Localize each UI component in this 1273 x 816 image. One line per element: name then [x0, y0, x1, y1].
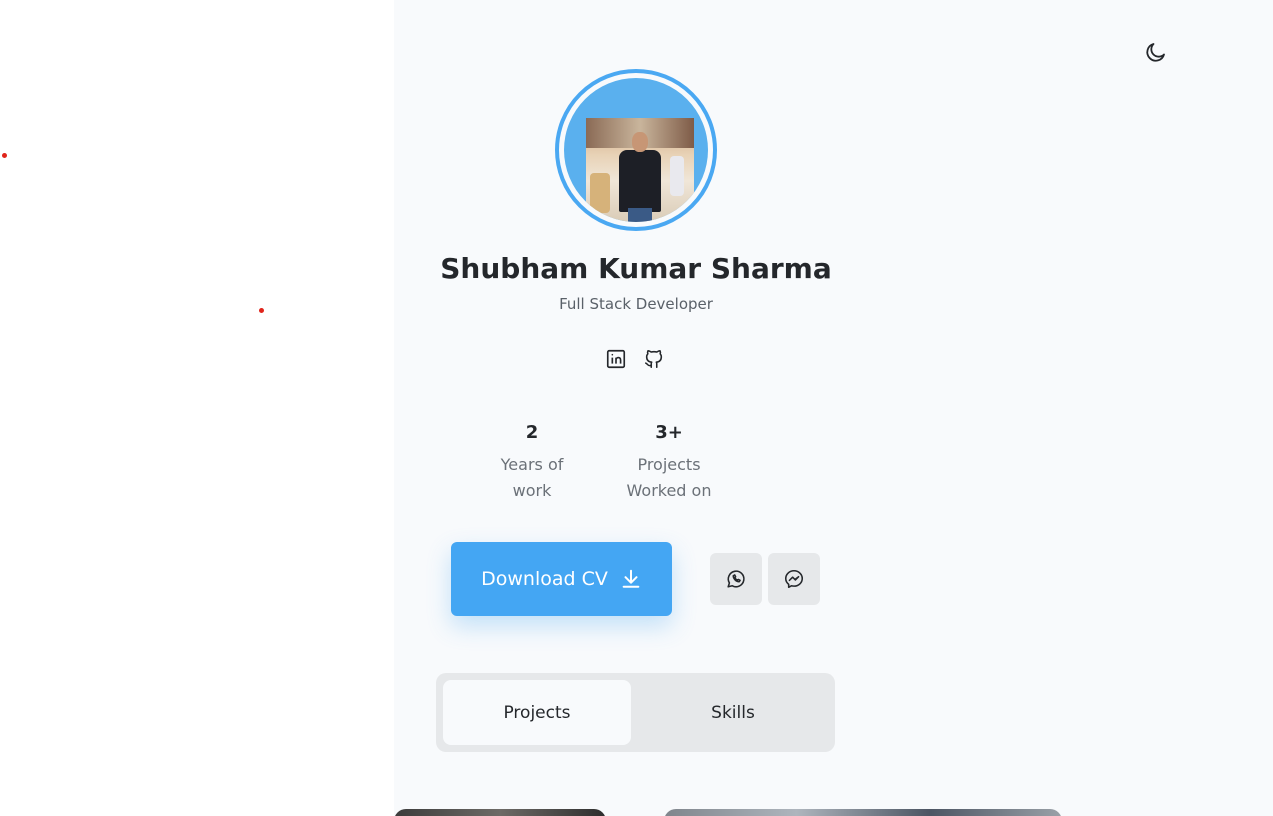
stat-label: Projects Worked on — [626, 455, 712, 500]
red-dot — [259, 308, 264, 313]
project-card-image[interactable] — [394, 809, 606, 816]
section-tabs: Projects Skills — [436, 673, 835, 752]
profile-name: Shubham Kumar Sharma — [440, 252, 832, 285]
avatar — [555, 69, 717, 231]
left-blank-pane — [0, 0, 394, 816]
stat-years: 2 Years of work — [472, 418, 592, 504]
stat-label: Years of work — [500, 455, 564, 500]
download-cv-label: Download CV — [481, 568, 608, 590]
tab-projects[interactable]: Projects — [443, 680, 631, 745]
theme-toggle-button[interactable] — [1144, 40, 1168, 64]
moon-icon — [1146, 43, 1165, 62]
project-card-image[interactable] — [664, 809, 1062, 816]
profile-panel: Shubham Kumar Sharma Full Stack Develope… — [394, 0, 1273, 816]
messenger-icon — [784, 569, 804, 589]
github-icon — [644, 350, 663, 369]
tab-skills[interactable]: Skills — [638, 680, 828, 745]
red-dot — [2, 153, 7, 158]
messenger-button[interactable] — [768, 553, 820, 605]
avatar-photo — [564, 78, 708, 222]
download-cv-button[interactable]: Download CV — [451, 542, 672, 616]
whatsapp-button[interactable] — [710, 553, 762, 605]
profile-role: Full Stack Developer — [559, 295, 713, 313]
stat-projects: 3+ Projects Worked on — [609, 418, 729, 504]
stat-value: 3+ — [655, 422, 683, 443]
whatsapp-icon — [727, 570, 745, 588]
linkedin-icon — [606, 349, 626, 369]
download-icon — [622, 569, 640, 588]
stat-value: 2 — [525, 422, 539, 443]
linkedin-link[interactable] — [605, 348, 627, 370]
github-link[interactable] — [643, 348, 665, 370]
